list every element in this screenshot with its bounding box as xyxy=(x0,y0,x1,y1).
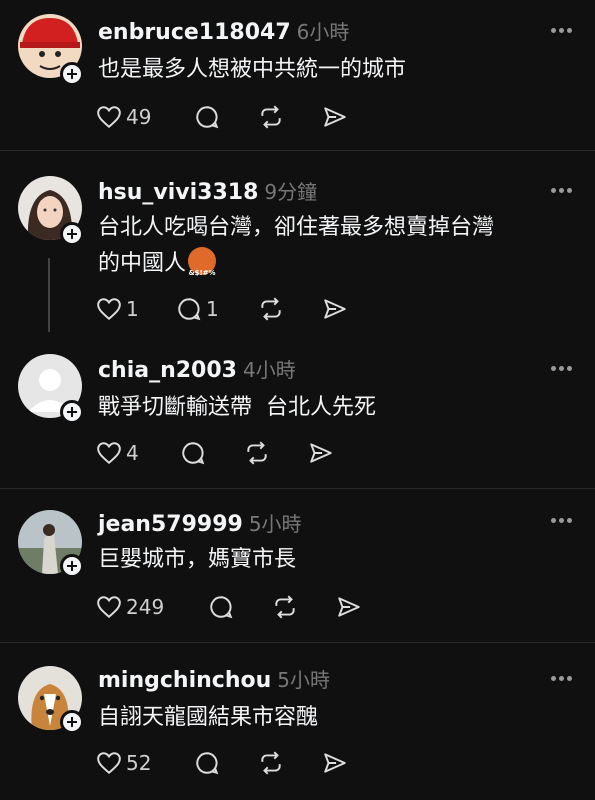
post-text: 也是最多人想被中共統一的城市 xyxy=(98,57,407,82)
more-options-icon[interactable] xyxy=(551,28,573,34)
divider xyxy=(0,642,595,643)
reply-button[interactable] xyxy=(180,438,206,468)
follow-plus-icon[interactable] xyxy=(60,400,84,424)
username[interactable]: enbruce118047 6小時 xyxy=(98,16,349,45)
follow-plus-icon[interactable] xyxy=(60,62,84,86)
share-button[interactable] xyxy=(322,294,348,324)
heart-icon xyxy=(97,752,121,775)
share-button[interactable] xyxy=(336,592,362,622)
heart-icon xyxy=(97,442,121,465)
like-count: 49 xyxy=(126,105,152,129)
like-count: 4 xyxy=(126,441,139,465)
heart-icon xyxy=(97,596,121,619)
reply-button[interactable] xyxy=(194,748,220,778)
timestamp: 4小時 xyxy=(242,358,296,382)
timestamp: 9分鐘 xyxy=(264,180,318,204)
repost-icon xyxy=(261,751,281,775)
like-button[interactable]: 52 xyxy=(96,748,151,778)
divider xyxy=(0,488,595,489)
send-icon xyxy=(338,597,360,617)
send-icon xyxy=(310,443,332,463)
username[interactable]: chia_n2003 4小時 xyxy=(98,354,296,383)
heart-icon xyxy=(97,106,121,129)
repost-button[interactable] xyxy=(258,748,284,778)
repost-icon xyxy=(261,297,281,321)
timestamp: 5小時 xyxy=(248,512,302,536)
thread-line xyxy=(48,258,50,332)
reply-button[interactable]: 1 xyxy=(176,294,219,324)
like-count: 1 xyxy=(126,297,139,321)
username[interactable]: mingchinchou 5小時 xyxy=(98,664,330,693)
username[interactable]: jean579999 5小時 xyxy=(98,508,302,537)
like-count: 249 xyxy=(126,595,165,619)
like-button[interactable]: 249 xyxy=(96,592,164,622)
repost-button[interactable] xyxy=(258,294,284,324)
comment-icon xyxy=(182,442,205,465)
reply-count: 1 xyxy=(206,297,219,321)
post-text: 台北人吃喝台灣，卻住著最多想賣掉台灣 的中國人 xyxy=(98,210,568,291)
more-options-icon[interactable] xyxy=(551,366,573,372)
like-count: 52 xyxy=(126,751,152,775)
like-button[interactable]: 1 xyxy=(96,294,139,324)
follow-plus-icon[interactable] xyxy=(60,222,84,246)
comment-icon xyxy=(196,106,219,129)
comment-icon xyxy=(196,752,219,775)
share-button[interactable] xyxy=(322,102,348,132)
follow-plus-icon[interactable] xyxy=(60,710,84,734)
divider xyxy=(0,150,595,151)
heart-icon xyxy=(97,298,121,321)
reply-button[interactable] xyxy=(208,592,234,622)
post-text: 自詡天龍國結果市容醜 xyxy=(98,705,319,730)
repost-button[interactable] xyxy=(258,102,284,132)
send-icon xyxy=(324,299,346,319)
send-icon xyxy=(324,107,346,127)
reply-button[interactable] xyxy=(194,102,220,132)
follow-plus-icon[interactable] xyxy=(60,554,84,578)
repost-button[interactable] xyxy=(244,438,270,468)
like-button[interactable]: 4 xyxy=(96,438,139,468)
post-text: 戰爭切斷輸送帶 台北人先死 xyxy=(98,395,376,420)
comment-icon xyxy=(210,596,233,619)
send-icon xyxy=(324,753,346,773)
share-button[interactable] xyxy=(308,438,334,468)
repost-icon xyxy=(247,441,267,465)
timestamp: 5小時 xyxy=(277,668,330,692)
comment-icon xyxy=(178,298,201,321)
more-options-icon[interactable] xyxy=(551,188,573,194)
cursing-face-emoji xyxy=(188,247,217,291)
username[interactable]: hsu_vivi3318 9分鐘 xyxy=(98,176,317,205)
repost-icon xyxy=(275,595,295,619)
repost-icon xyxy=(261,105,281,129)
timestamp: 6小時 xyxy=(296,20,350,44)
share-button[interactable] xyxy=(322,748,348,778)
more-options-icon[interactable] xyxy=(551,676,573,682)
more-options-icon[interactable] xyxy=(551,518,573,524)
repost-button[interactable] xyxy=(272,592,298,622)
like-button[interactable]: 49 xyxy=(96,102,151,132)
post-text: 巨嬰城市，媽寶市長 xyxy=(98,547,297,572)
